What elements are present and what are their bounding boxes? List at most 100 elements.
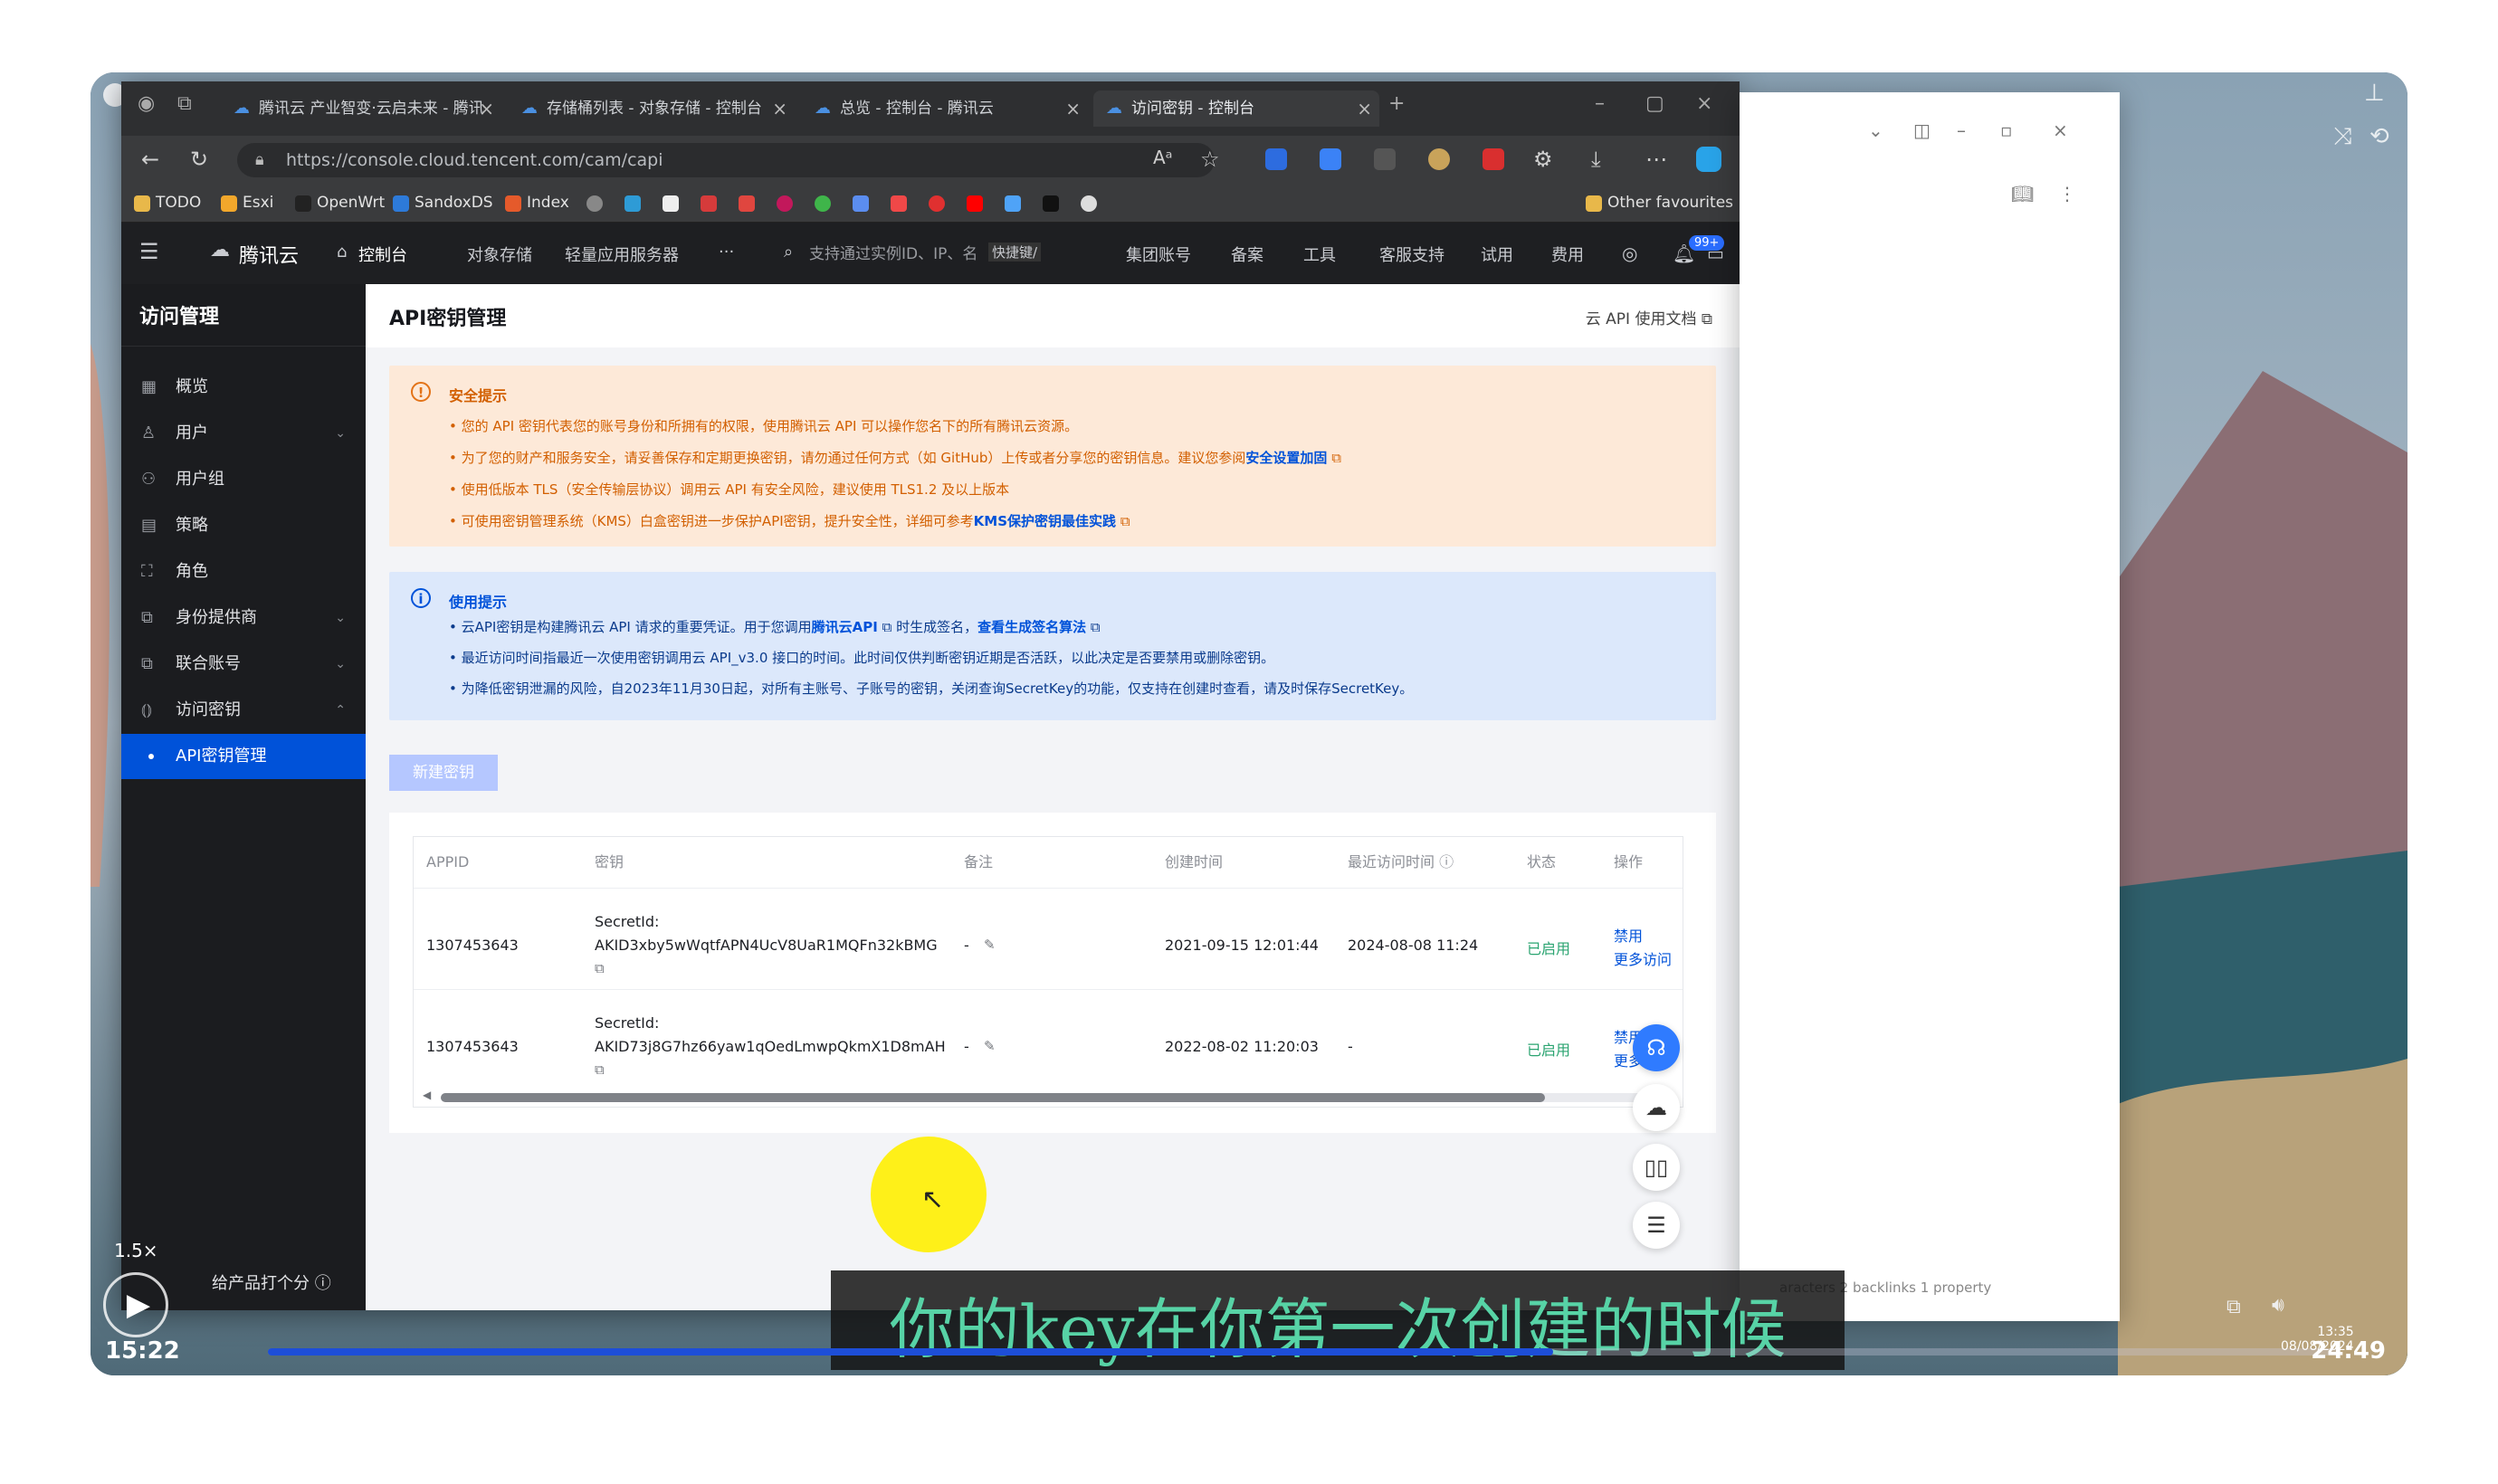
nav-billing[interactable]: 费用 bbox=[1551, 243, 1584, 266]
nav-more[interactable]: ··· bbox=[719, 243, 734, 262]
sidebar-toggle-icon[interactable]: ◫ bbox=[1913, 119, 1931, 141]
horizontal-scrollbar[interactable] bbox=[441, 1093, 1654, 1102]
sidebar-item-user-groups[interactable]: ⚇ 用户组 bbox=[121, 457, 366, 502]
maximize-icon[interactable]: ▫ bbox=[2000, 119, 2013, 141]
copilot-icon[interactable] bbox=[1696, 147, 1721, 172]
browser-tab-active[interactable]: ☁ 访问密钥 - 控制台 × bbox=[1093, 90, 1379, 127]
edit-icon[interactable]: ✎ bbox=[984, 1038, 996, 1054]
bookmark-openwrt[interactable]: OpenWrt bbox=[317, 194, 385, 212]
bookmark-icon[interactable] bbox=[1043, 195, 1059, 212]
shuffle-icon[interactable]: ⤨ bbox=[2333, 123, 2352, 151]
search-icon[interactable]: ⌕ bbox=[784, 243, 793, 262]
bookmark-icon[interactable] bbox=[853, 195, 869, 212]
bookmark-todo[interactable]: TODO bbox=[156, 194, 201, 212]
extension-icon[interactable] bbox=[1428, 148, 1450, 170]
sidebar-item-overview[interactable]: ▦ 概览 bbox=[121, 365, 366, 410]
sidebar-item-roles[interactable]: ⛶ 角色 bbox=[121, 549, 366, 595]
extension-icon[interactable] bbox=[1265, 148, 1287, 170]
kms-best-practice-link[interactable]: KMS保护密钥最佳实践 bbox=[974, 513, 1116, 529]
sidebar-item-identity-providers[interactable]: ⧉ 身份提供商 ⌄ bbox=[121, 595, 366, 641]
nav-group-account[interactable]: 集团账号 bbox=[1126, 243, 1191, 266]
more-options-icon[interactable]: ⋮ bbox=[2058, 183, 2076, 205]
customer-service-button[interactable]: ☊ bbox=[1633, 1024, 1680, 1071]
read-aloud-icon[interactable]: Aᵃ bbox=[1153, 147, 1173, 168]
nav-tools[interactable]: 工具 bbox=[1303, 243, 1336, 266]
cloud-assistant-button[interactable]: ☁ bbox=[1633, 1084, 1680, 1131]
menu-icon[interactable]: ☰ bbox=[139, 239, 159, 264]
pin-icon[interactable]: ⊥ bbox=[2364, 80, 2385, 107]
bookmark-esxi[interactable]: Esxi bbox=[243, 194, 273, 212]
tencent-cloud-logo-icon[interactable]: ☁ bbox=[210, 239, 230, 262]
bookmark-icon[interactable] bbox=[663, 195, 679, 212]
video-progress-bar[interactable] bbox=[268, 1348, 2341, 1356]
minimize-icon[interactable]: – bbox=[1595, 92, 1605, 115]
console-search-input[interactable]: 支持通过实例ID、IP、名 bbox=[809, 241, 1108, 268]
nav-support[interactable]: 客服支持 bbox=[1379, 243, 1444, 266]
sidebar-item-api-keys[interactable]: API密钥管理 bbox=[121, 734, 366, 779]
close-tab-icon[interactable]: × bbox=[479, 90, 494, 127]
bookmark-icon[interactable] bbox=[586, 195, 603, 212]
close-tab-icon[interactable]: × bbox=[1357, 90, 1372, 127]
scroll-left-icon[interactable]: ◀ bbox=[423, 1089, 431, 1101]
browser-tab[interactable]: ☁ 存储桶列表 - 对象存储 - 控制台 × bbox=[509, 90, 795, 127]
rate-product-link[interactable]: 给产品打个分 ⓘ bbox=[212, 1270, 331, 1294]
bookmark-icon[interactable] bbox=[1005, 195, 1021, 212]
favorite-star-icon[interactable]: ☆ bbox=[1200, 147, 1220, 172]
nav-lighthouse[interactable]: 轻量应用服务器 bbox=[565, 243, 679, 266]
bookmark-icon[interactable] bbox=[624, 195, 641, 212]
back-icon[interactable]: ← bbox=[141, 147, 159, 172]
loop-icon[interactable]: ⟲ bbox=[2369, 123, 2389, 150]
sidebar-item-policies[interactable]: ▤ 策略 bbox=[121, 503, 366, 548]
bookmark-icon[interactable] bbox=[891, 195, 907, 212]
nav-beian[interactable]: 备案 bbox=[1231, 243, 1263, 266]
reading-view-icon[interactable]: 📖︎ bbox=[2011, 183, 2034, 205]
docs-button[interactable]: ▯▯ bbox=[1633, 1144, 1680, 1191]
sidebar-item-federated-accounts[interactable]: ⧉ 联合账号 ⌄ bbox=[121, 642, 366, 687]
signature-algorithm-link[interactable]: 查看生成签名算法 bbox=[977, 619, 1086, 635]
bookmark-icon[interactable] bbox=[777, 195, 793, 212]
bookmark-icon[interactable] bbox=[929, 195, 945, 212]
home-icon[interactable]: ⌂ bbox=[337, 243, 347, 262]
browser-tab[interactable]: ☁ 总览 - 控制台 - 腾讯云 × bbox=[802, 90, 1088, 127]
edit-icon[interactable]: ✎ bbox=[984, 937, 996, 953]
minimize-icon[interactable]: – bbox=[1957, 119, 1966, 141]
pip-icon[interactable]: ⧉ bbox=[2226, 1296, 2241, 1318]
volume-icon[interactable]: 🔊︎ bbox=[2272, 1294, 2284, 1317]
nav-trial[interactable]: 试用 bbox=[1481, 243, 1513, 266]
browser-tab[interactable]: ☁ 腾讯云 产业智变·云启未来 - 腾讯 × bbox=[221, 90, 501, 127]
workspaces-icon[interactable]: ⧉ bbox=[177, 92, 192, 115]
message-icon[interactable]: ▭ bbox=[1707, 243, 1724, 264]
url-input[interactable]: 🔒︎ https://console.cloud.tencent.com/cam… bbox=[237, 143, 1215, 177]
sidebar-item-users[interactable]: ♙ 用户 ⌄ bbox=[121, 411, 366, 456]
copy-icon[interactable]: ⧉ bbox=[595, 960, 605, 976]
nav-cos[interactable]: 对象存储 bbox=[467, 243, 532, 266]
other-favourites[interactable]: Other favourites bbox=[1607, 194, 1733, 212]
api-doc-link[interactable]: 云 API 使用文档 ⧉ bbox=[1586, 306, 1712, 328]
bookmark-index[interactable]: Index bbox=[527, 194, 569, 212]
tencent-api-link[interactable]: 腾讯云API bbox=[812, 619, 878, 635]
bookmark-sandoxds[interactable]: SandoxDS bbox=[415, 194, 493, 212]
extension-icon[interactable] bbox=[1320, 148, 1341, 170]
maximize-icon[interactable]: ▢ bbox=[1645, 92, 1664, 115]
compass-icon[interactable]: ◎ bbox=[1622, 243, 1637, 264]
close-icon[interactable]: × bbox=[1696, 92, 1712, 115]
chevron-down-icon[interactable]: ⌄ bbox=[1868, 119, 1883, 141]
brand-name[interactable]: 腾讯云 bbox=[239, 240, 299, 269]
more-menu-icon[interactable]: ⋯ bbox=[1645, 147, 1667, 172]
bookmark-icon[interactable] bbox=[701, 195, 717, 212]
bookmark-icon[interactable] bbox=[967, 195, 983, 212]
extension-icon[interactable] bbox=[1374, 148, 1396, 170]
bookmark-icon[interactable] bbox=[1081, 195, 1097, 212]
new-tab-icon[interactable]: + bbox=[1388, 92, 1405, 115]
list-button[interactable]: ☰ bbox=[1633, 1202, 1680, 1249]
extensions-puzzle-icon[interactable]: ⚙ bbox=[1533, 147, 1553, 172]
play-icon[interactable]: ▶ bbox=[103, 1272, 168, 1337]
sidebar-item-access-keys[interactable]: ⦅⦆ 访问密钥 ⌃ bbox=[121, 688, 366, 733]
close-icon[interactable]: × bbox=[2053, 119, 2068, 141]
playback-speed[interactable]: 1.5× bbox=[114, 1240, 158, 1261]
close-tab-icon[interactable]: × bbox=[772, 90, 787, 127]
scrollbar-thumb[interactable] bbox=[441, 1093, 1545, 1102]
bookmark-icon[interactable] bbox=[739, 195, 755, 212]
disable-link[interactable]: 禁用 bbox=[1614, 924, 1643, 946]
close-tab-icon[interactable]: × bbox=[1065, 90, 1081, 127]
